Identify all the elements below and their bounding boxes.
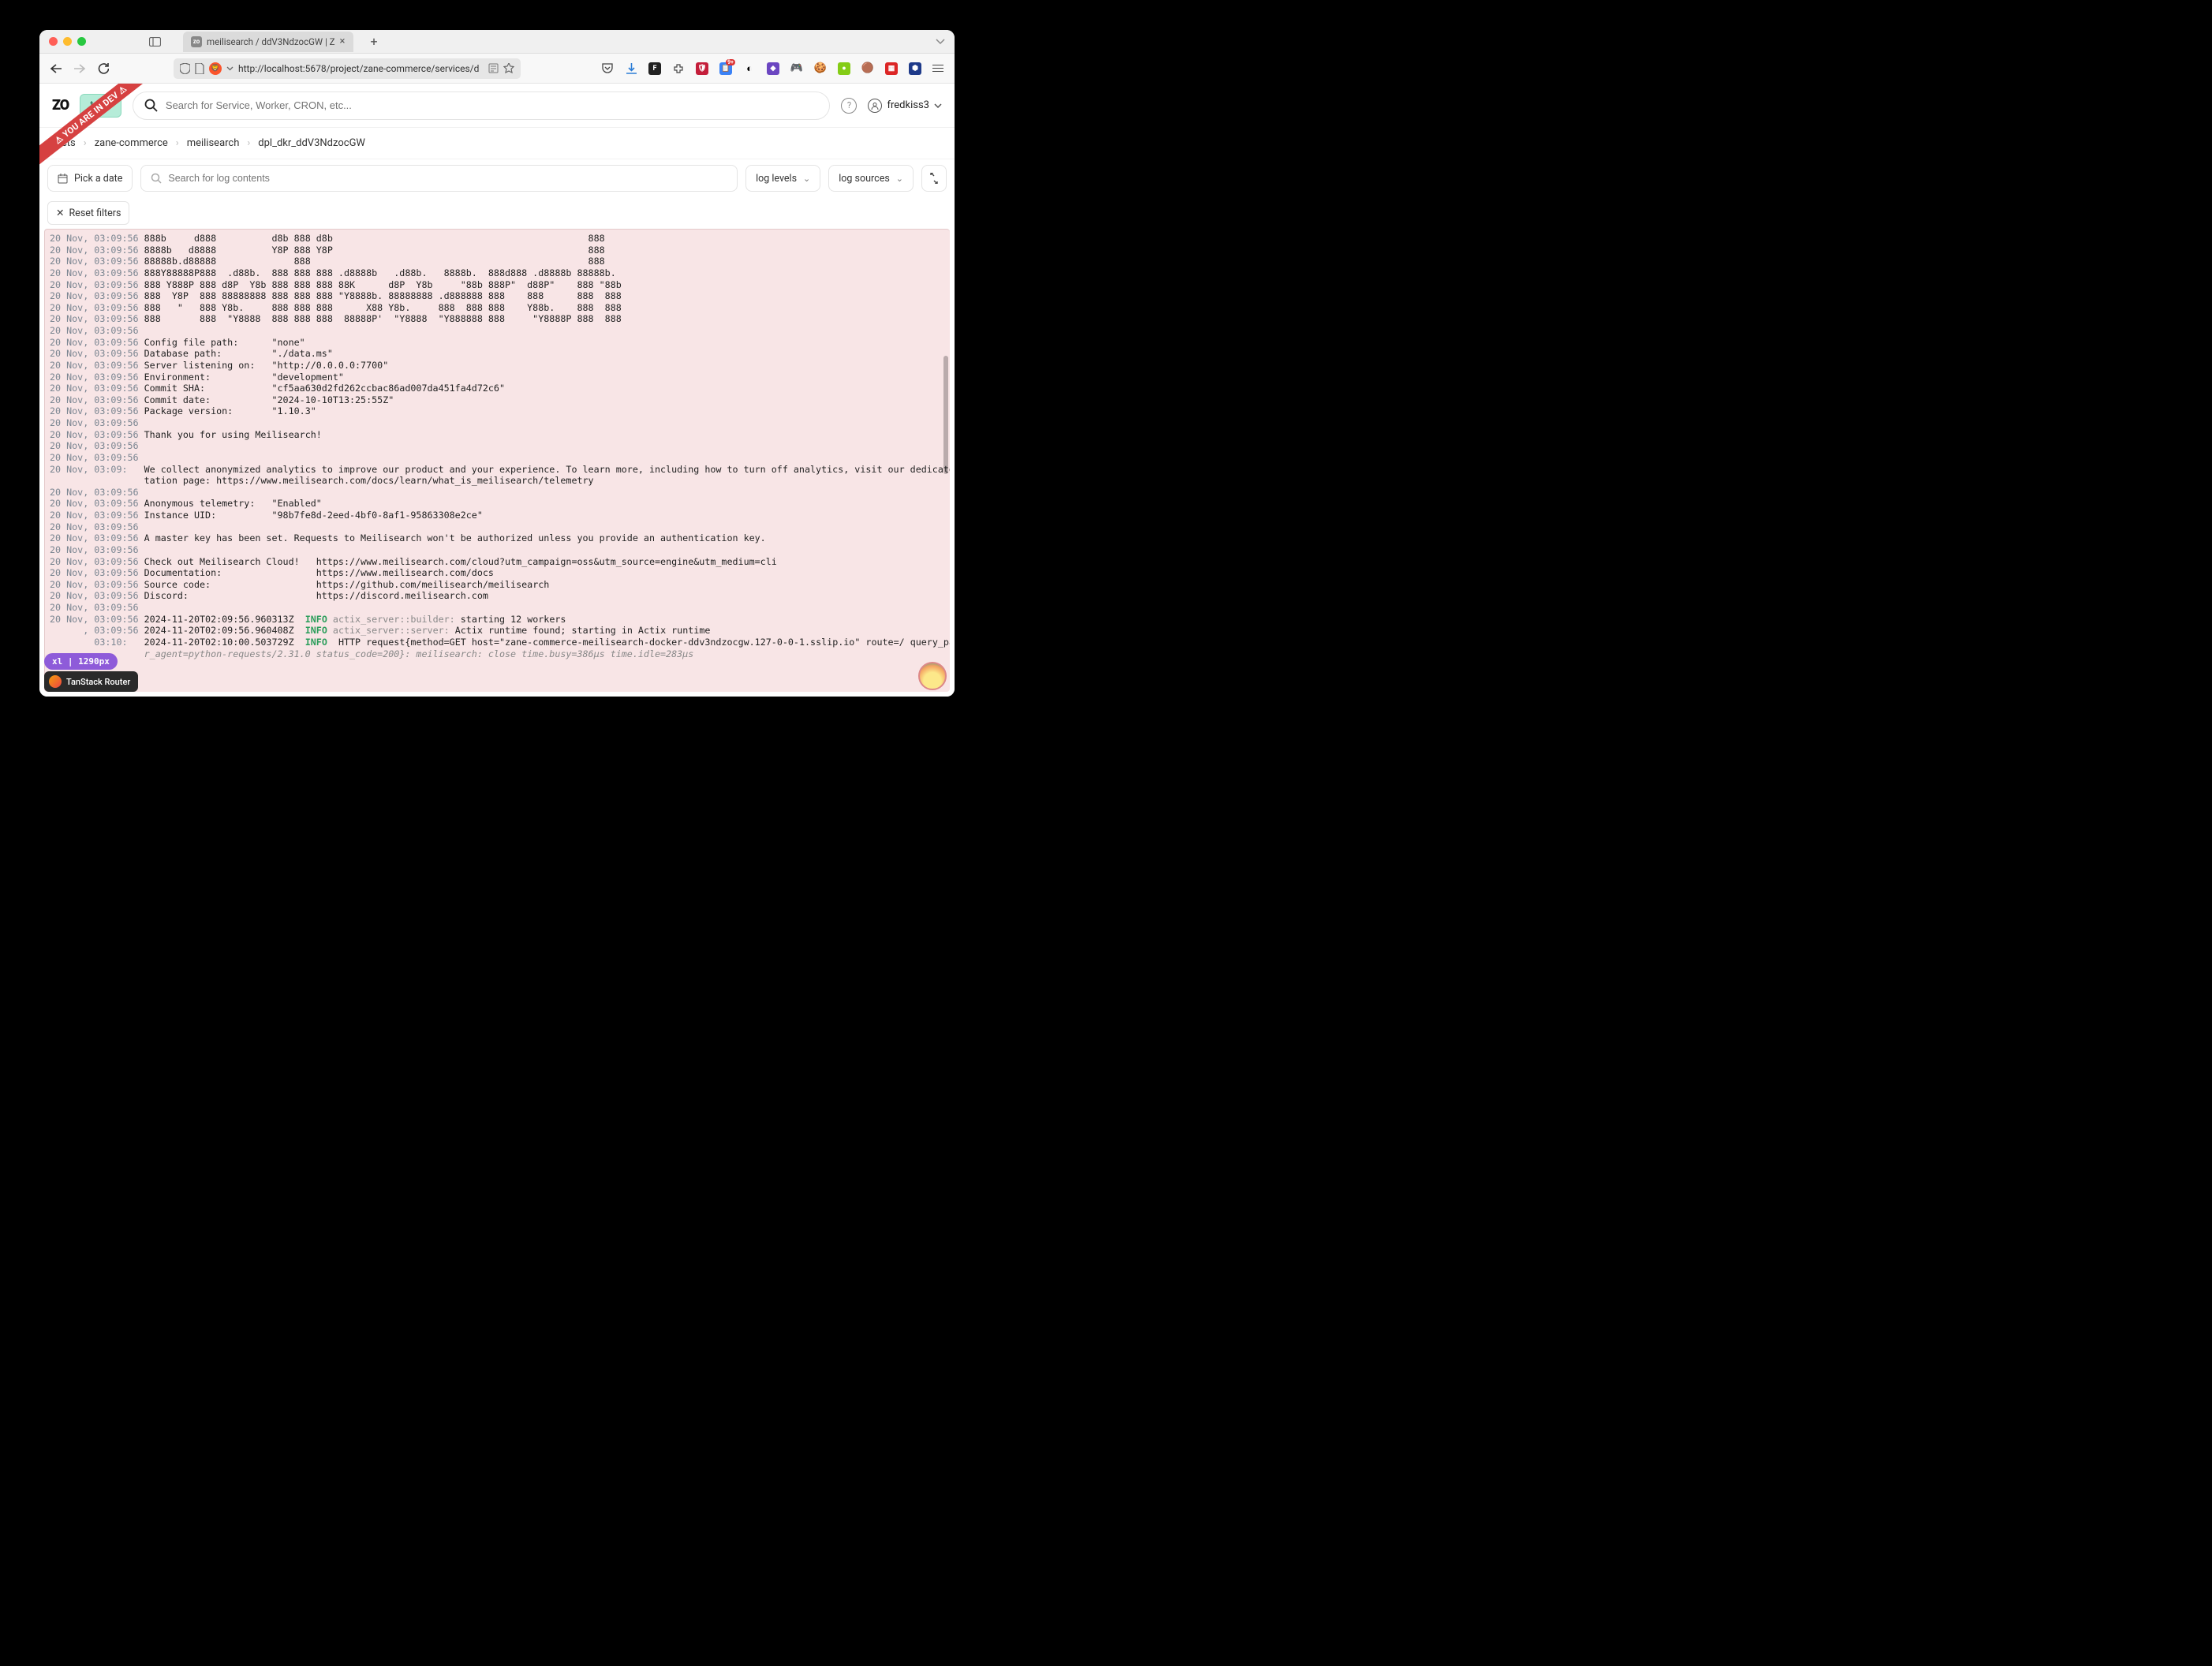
extension-icon-7[interactable]: 🟤 <box>861 62 874 75</box>
minimize-window-button[interactable] <box>63 37 72 46</box>
log-sources-label: log sources <box>839 173 890 185</box>
extension-icon-5[interactable]: 🍪 <box>814 62 827 75</box>
brave-icon: 🦁 <box>209 62 222 75</box>
collapse-button[interactable] <box>921 165 947 192</box>
breadcrumb-separator: › <box>176 137 179 149</box>
user-avatar-icon <box>868 99 882 113</box>
browser-toolbar: 🦁 http://localhost:5678/project/zane-com… <box>39 54 955 84</box>
breakpoint-badge[interactable]: xl | 1290px <box>44 653 118 670</box>
search-icon <box>151 173 162 184</box>
forward-button[interactable] <box>74 64 85 73</box>
global-search-input[interactable] <box>166 99 819 111</box>
chevron-down-icon: ⌄ <box>803 174 810 184</box>
extensions-icon[interactable] <box>672 62 685 75</box>
chevron-down-icon: ⌄ <box>896 174 903 184</box>
floating-action-button[interactable] <box>918 662 947 690</box>
new-tab-button[interactable]: + <box>371 34 378 49</box>
tanstack-icon <box>49 675 62 688</box>
url-bar[interactable]: 🦁 http://localhost:5678/project/zane-com… <box>174 58 521 79</box>
tabs-overflow-icon[interactable] <box>936 39 945 45</box>
breadcrumb-item[interactable]: dpl_dkr_ddV3NdzocGW <box>258 137 365 149</box>
app-logo[interactable]: ZO <box>52 97 69 114</box>
extension-icon-2[interactable]: ◐ <box>743 62 756 75</box>
tanstack-label: TanStack Router <box>66 677 130 687</box>
menu-button[interactable] <box>932 65 943 73</box>
breadcrumb-item[interactable]: zane-commerce <box>95 137 168 149</box>
extension-icon-4[interactable]: 🎮 <box>790 62 803 75</box>
scrollbar[interactable] <box>943 356 948 474</box>
log-sources-dropdown[interactable]: log sources ⌄ <box>828 165 914 192</box>
extension-icon-badge[interactable]: 📋9+ <box>719 62 732 75</box>
sidebar-toggle-icon[interactable] <box>149 37 161 47</box>
browser-tab[interactable]: zo meilisearch / ddV3NdzocGW | Z × <box>183 32 353 52</box>
user-menu[interactable]: fredkiss3 <box>868 99 942 113</box>
username-label: fredkiss3 <box>887 99 929 111</box>
shield-icon <box>180 63 190 74</box>
breadcrumb-separator: › <box>84 137 87 149</box>
log-search[interactable] <box>140 165 738 192</box>
downloads-icon[interactable] <box>625 62 637 75</box>
date-picker[interactable]: Pick a date <box>47 165 133 192</box>
tab-title: meilisearch / ddV3NdzocGW | Z <box>207 36 335 47</box>
log-levels-label: log levels <box>756 173 797 185</box>
breadcrumb-item[interactable]: meilisearch <box>187 137 240 149</box>
filter-bar: Pick a date log levels ⌄ log sources ⌄ <box>39 159 955 197</box>
reload-button[interactable] <box>98 63 109 74</box>
close-icon: ✕ <box>56 207 64 219</box>
breadcrumb-separator: › <box>247 137 250 149</box>
log-search-input[interactable] <box>168 173 727 184</box>
pocket-icon[interactable] <box>601 62 614 75</box>
tab-close-icon[interactable]: × <box>340 35 346 47</box>
reset-filters-button[interactable]: ✕ Reset filters <box>47 201 129 225</box>
app-header: ZO te ? fredkiss3 <box>39 84 955 128</box>
log-viewer[interactable]: 20 Nov, 03:09:56 888b d888 d8b 888 d8b 8… <box>44 229 950 692</box>
chevron-down-icon[interactable] <box>226 66 234 71</box>
url-text: http://localhost:5678/project/zane-comme… <box>238 63 484 74</box>
reader-icon[interactable] <box>488 63 499 73</box>
close-window-button[interactable] <box>49 37 58 46</box>
ublock-icon[interactable]: 🛡 <box>696 62 708 75</box>
extension-icon-6[interactable]: ● <box>838 62 850 75</box>
log-levels-dropdown[interactable]: log levels ⌄ <box>745 165 820 192</box>
date-picker-label: Pick a date <box>74 173 122 185</box>
collapse-icon <box>929 173 940 184</box>
extension-icon-9[interactable]: ⬢ <box>909 62 921 75</box>
calendar-icon <box>58 174 68 184</box>
bookmark-star-icon[interactable] <box>503 63 514 73</box>
extension-icon-3[interactable]: ◆ <box>767 62 779 75</box>
window-titlebar: zo meilisearch / ddV3NdzocGW | Z × + <box>39 30 955 54</box>
breadcrumbs: jects › zane-commerce › meilisearch › dp… <box>39 128 955 159</box>
back-button[interactable] <box>50 64 62 73</box>
tanstack-devtools-button[interactable]: TanStack Router <box>44 671 138 692</box>
global-search[interactable] <box>133 92 831 120</box>
extension-icon-8[interactable]: ▦ <box>885 62 898 75</box>
help-button[interactable]: ? <box>841 98 857 114</box>
tab-favicon: zo <box>191 36 202 47</box>
page-icon <box>195 63 204 74</box>
extension-icon-1[interactable]: F <box>648 62 661 75</box>
reset-filters-label: Reset filters <box>69 207 121 219</box>
chevron-down-icon <box>934 103 942 108</box>
maximize-window-button[interactable] <box>77 37 86 46</box>
search-icon <box>144 99 158 112</box>
